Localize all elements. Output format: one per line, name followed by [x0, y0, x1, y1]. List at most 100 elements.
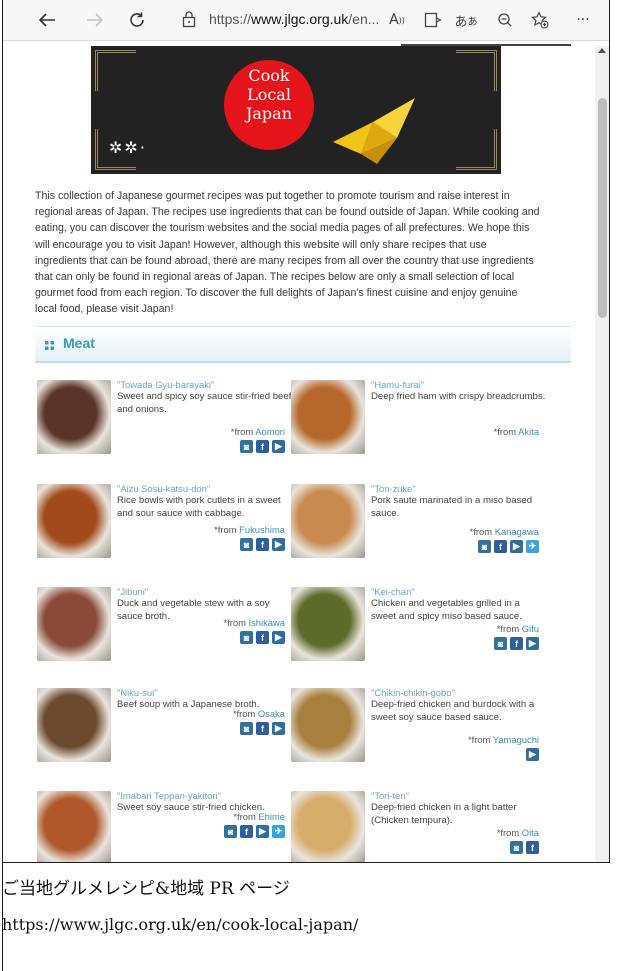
recipe-card[interactable]: "Imabari Teppan-yakitori" Sweet soy sauce… [37, 790, 293, 862]
region-link[interactable]: Gifu [522, 623, 539, 634]
intro-paragraph: This collection of Japanese gourmet reci… [35, 190, 540, 316]
back-arrow-icon[interactable] [33, 8, 61, 32]
translate-icon[interactable]: ああ [453, 8, 479, 32]
recipe-origin: *from Ehime [233, 811, 285, 822]
recipe-card[interactable]: "Aizu Sosu-katsu-don" Rice bowls with por… [37, 483, 293, 584]
reader-view-icon[interactable] [421, 8, 445, 32]
recipe-origin: *from Kanagawa [470, 526, 539, 537]
lock-icon[interactable] [181, 10, 197, 28]
twitter-icon[interactable]: ✈ [272, 825, 285, 838]
facebook-icon[interactable]: f [256, 538, 269, 551]
region-link[interactable]: Aomori [255, 426, 285, 437]
recipe-name: "Kei-chan" [371, 586, 415, 597]
forward-arrow-icon[interactable] [81, 8, 109, 32]
recipe-name: "Chikin-chikin-gobo" [371, 687, 455, 698]
recipe-description: Deep fried ham with crispy breadcrumbs. [371, 391, 546, 402]
facebook-icon[interactable]: f [256, 440, 269, 453]
facebook-icon[interactable]: f [240, 825, 253, 838]
instagram-icon[interactable]: ◙ [494, 637, 507, 650]
origin-prefix: *from [232, 708, 258, 719]
recipe-origin: *from Fukushima [214, 524, 285, 535]
recipe-card[interactable]: "Kei-chan" Chicken and vegetables grilled… [291, 586, 547, 687]
youtube-icon[interactable]: ▶ [272, 440, 285, 453]
add-favorite-icon[interactable] [527, 8, 553, 32]
section-header-meat: Meat [35, 326, 571, 363]
recipe-card[interactable]: "Tori-ten" Deep-fried chicken in a light … [291, 790, 547, 862]
region-link[interactable]: Fukushima [239, 524, 285, 535]
instagram-icon[interactable]: ◙ [224, 825, 237, 838]
region-link[interactable]: Kanagawa [495, 526, 539, 537]
youtube-icon[interactable]: ▶ [272, 631, 285, 644]
region-link[interactable]: Oita [522, 827, 539, 838]
recipe-description: Pork saute marinated in a miso based sau… [371, 495, 533, 519]
address-bar[interactable]: https://www.jlgc.org.uk/en... [209, 11, 379, 27]
more-menu-icon[interactable]: ··· [571, 8, 595, 32]
youtube-icon[interactable]: ▶ [526, 748, 539, 761]
origin-prefix: *from [233, 811, 259, 822]
recipe-card[interactable]: "Ton-zuke" Pork saute marinated in a miso… [291, 483, 547, 584]
recipe-origin: *from Aomori [231, 426, 285, 437]
facebook-icon[interactable]: f [256, 722, 269, 735]
youtube-icon[interactable]: ▶ [272, 538, 285, 551]
region-link[interactable]: Osaka [258, 708, 285, 719]
recipe-photo[interactable] [37, 380, 111, 454]
zoom-out-icon[interactable] [493, 8, 517, 32]
facebook-icon[interactable]: f [494, 540, 507, 553]
instagram-icon[interactable]: ◙ [240, 538, 253, 551]
recipe-name: "Tori-ten" [371, 790, 409, 801]
read-aloud-icon[interactable]: A)) [385, 8, 409, 32]
recipe-card[interactable]: "Jibuni" Duck and vegetable stew with a s… [37, 586, 293, 687]
recipe-name: "Jibuni" [117, 586, 149, 597]
recipe-card[interactable]: "Towada Gyu-barayaki" Sweet and spicy soy… [37, 379, 293, 480]
recipe-origin: *from Ishikawa [224, 617, 286, 628]
banner-corner [456, 50, 497, 91]
instagram-icon[interactable]: ◙ [240, 631, 253, 644]
origin-prefix: *from [214, 524, 240, 535]
scroll-thumb[interactable] [598, 98, 607, 318]
facebook-icon[interactable]: f [256, 631, 269, 644]
instagram-icon[interactable]: ◙ [240, 722, 253, 735]
recipe-name: "Imabari Teppan-yakitori" [117, 790, 221, 801]
recipe-origin: *from Oita [497, 827, 539, 838]
region-link[interactable]: Ehime [258, 811, 285, 822]
recipe-photo[interactable] [37, 484, 111, 558]
youtube-icon[interactable]: ▶ [272, 722, 285, 735]
youtube-icon[interactable]: ▶ [510, 540, 523, 553]
recipe-photo[interactable] [291, 484, 365, 558]
recipe-card[interactable]: "Niku-sui" Beef soup with a Japanese brot… [37, 687, 293, 788]
browser-toolbar: https://www.jlgc.org.uk/en... A)) ああ ··· [3, 0, 609, 41]
region-link[interactable]: Ishikawa [249, 617, 285, 628]
youtube-icon[interactable]: ▶ [526, 637, 539, 650]
facebook-icon[interactable]: f [526, 841, 539, 854]
instagram-icon[interactable]: ◙ [240, 440, 253, 453]
grid-icon [45, 341, 54, 350]
region-link[interactable]: Yamaguchi [493, 734, 539, 745]
recipe-description: Rice bowls with pork cutlets in a sweet … [117, 495, 281, 519]
recipe-card[interactable]: "Hamu-furai" Deep fried ham with crispy b… [291, 379, 547, 480]
twitter-icon[interactable]: ✈ [526, 540, 539, 553]
flower-sparkle-icon: ✲✲· [109, 138, 147, 157]
social-links: ◙ f ▶ [494, 637, 539, 650]
instagram-icon[interactable]: ◙ [510, 841, 523, 854]
logo-line-1: Cook [248, 66, 290, 85]
facebook-icon[interactable]: f [510, 637, 523, 650]
recipe-photo[interactable] [291, 688, 365, 762]
logo-line-3: Japan [245, 104, 293, 123]
instagram-icon[interactable]: ◙ [478, 540, 491, 553]
section-title: Meat [63, 335, 95, 351]
recipe-description: Chicken and vegetables grilled in a swee… [371, 598, 522, 622]
recipe-photo[interactable] [37, 791, 111, 862]
youtube-icon[interactable]: ▶ [256, 825, 269, 838]
recipe-card[interactable]: "Chikin-chikin-gobo" Deep-fried chicken a… [291, 687, 547, 788]
recipe-photo[interactable] [291, 791, 365, 862]
vertical-scrollbar[interactable] [595, 46, 609, 862]
recipe-photo[interactable] [37, 688, 111, 762]
recipe-photo[interactable] [291, 380, 365, 454]
scroll-up-arrow-icon[interactable] [598, 48, 606, 53]
recipe-photo[interactable] [291, 587, 365, 661]
region-link[interactable]: Akita [518, 426, 539, 437]
recipe-origin: *from Gifu [497, 623, 539, 634]
refresh-icon[interactable] [123, 8, 151, 32]
recipe-photo[interactable] [37, 587, 111, 661]
recipe-description: Deep-fried chicken and burdock with a sw… [371, 699, 535, 723]
